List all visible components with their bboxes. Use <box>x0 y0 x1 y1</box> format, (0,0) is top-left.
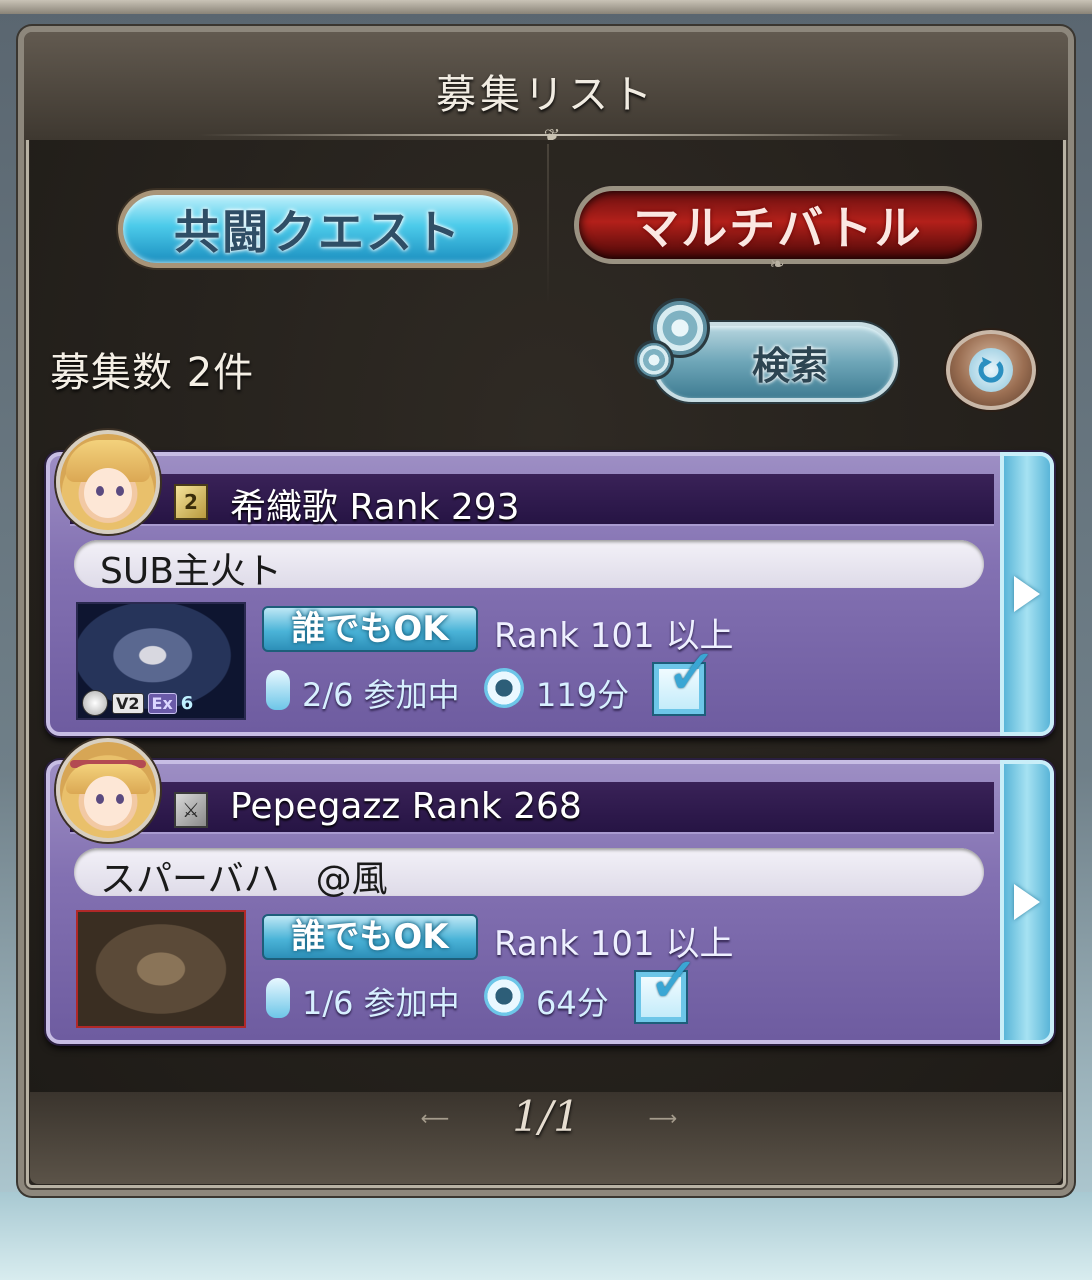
ex-tag: Ex <box>147 692 177 714</box>
room-comment-box: スパーバハ @風 <box>74 848 984 900</box>
join-checkbox[interactable]: ✓ <box>654 641 719 714</box>
room-card[interactable]: 2 希織歌 Rank 293 SUB主火ト V2 Ex 6 誰でもOK Rank… <box>46 430 1054 736</box>
job-class-icon: 2 <box>174 484 208 520</box>
arrow-right-icon <box>1014 576 1040 612</box>
tab-multi-battle[interactable]: マルチバトル <box>574 186 982 264</box>
room-header <box>70 474 994 526</box>
difficulty-tag: V2 <box>112 692 144 714</box>
recruit-count: 募集数 2件 <box>50 350 255 396</box>
anyone-ok-badge: 誰でもOK <box>262 914 478 960</box>
gear-small-icon <box>634 340 674 380</box>
tab-coop-quest[interactable]: 共闘クエスト <box>118 190 518 268</box>
clock-icon <box>484 976 524 1016</box>
avatar <box>56 430 160 534</box>
room-comment: SUB主火ト <box>100 551 282 592</box>
refresh-button[interactable] <box>946 330 1036 410</box>
quest-thumbnail <box>76 910 246 1028</box>
pager-next-ornament-icon: ⟶ <box>648 1106 678 1130</box>
participant-count: 6 <box>180 692 194 714</box>
bottom-background <box>0 1192 1092 1280</box>
tab-ornament-icon: ❧ <box>769 254 785 275</box>
refresh-icon <box>969 348 1013 392</box>
join-checkbox[interactable]: ✓ <box>636 949 701 1022</box>
host-name: 希織歌 Rank 293 <box>230 487 520 528</box>
member-icon <box>266 978 290 1018</box>
anyone-ok-badge: 誰でもOK <box>262 606 478 652</box>
room-card[interactable]: ⚔ Pepegazz Rank 268 スパーバハ @風 誰でもOK Rank … <box>46 738 1054 1044</box>
clock-icon <box>484 668 524 708</box>
top-edge <box>0 0 1092 14</box>
member-status: 1/6 参加中 <box>302 984 460 1022</box>
quest-thumbnail: V2 Ex 6 <box>76 602 246 720</box>
room-open-button[interactable] <box>1000 452 1054 736</box>
panel-title: 募集リスト <box>436 72 656 118</box>
room-open-button[interactable] <box>1000 760 1054 1044</box>
check-icon: ✓ <box>647 944 701 1018</box>
host-name: Pepegazz Rank 268 <box>230 786 582 827</box>
check-icon: ✓ <box>665 636 719 710</box>
room-comment: スパーバハ @風 <box>100 859 388 900</box>
page-indicator: 1/1 <box>512 1092 580 1141</box>
room-comment-box: SUB主火ト <box>74 540 984 592</box>
center-divider <box>547 144 549 304</box>
time-remaining: 64分 <box>536 984 609 1022</box>
time-remaining: 119分 <box>536 676 630 714</box>
arrow-right-icon <box>1014 884 1040 920</box>
member-icon <box>266 670 290 710</box>
avatar <box>56 738 160 842</box>
member-status: 2/6 参加中 <box>302 676 460 714</box>
job-class-icon: ⚔ <box>174 792 208 828</box>
element-wind-icon <box>82 690 108 716</box>
